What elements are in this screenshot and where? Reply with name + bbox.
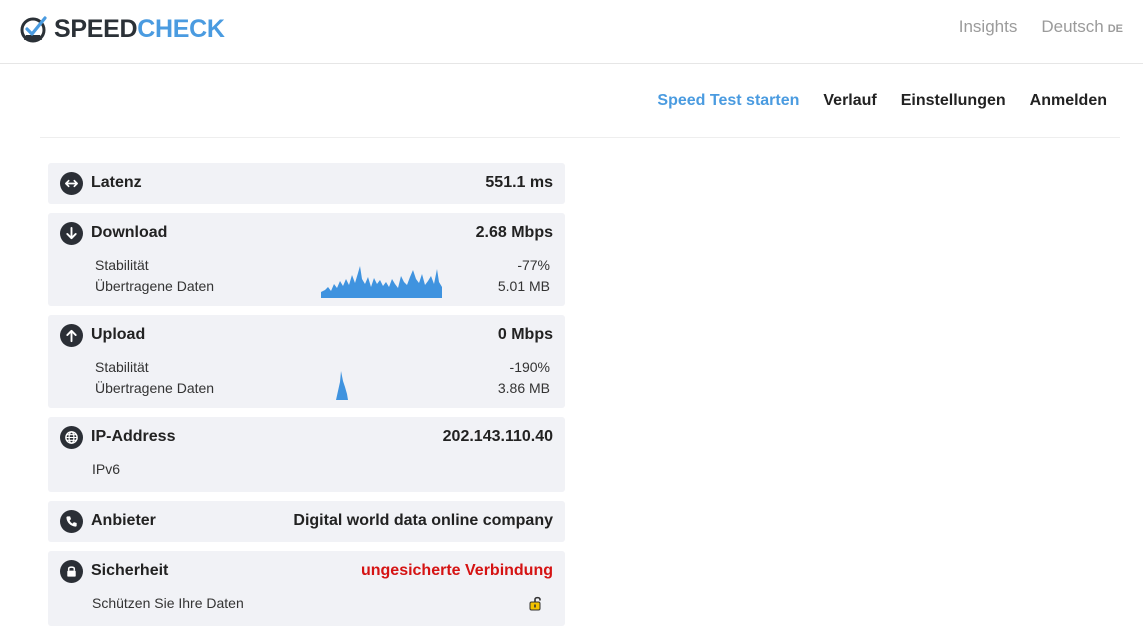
nav-settings[interactable]: Einstellungen — [901, 92, 1006, 110]
latency-card: Latenz 551.1 ms — [48, 163, 565, 204]
ip-value: 202.143.110.40 — [442, 428, 553, 445]
security-card: Sicherheit ungesicherte Verbindung Schüt… — [48, 551, 565, 626]
phone-icon — [60, 509, 83, 533]
upload-value: 0 Mbps — [497, 326, 553, 343]
speedometer-check-icon — [20, 16, 47, 43]
upload-card: Upload 0 Mbps Stabilität Übertragene Dat… — [48, 315, 565, 408]
download-transferred-value: 5.01 MB — [497, 278, 550, 294]
latency-arrows-icon — [60, 171, 83, 195]
download-label: Download — [91, 224, 168, 241]
download-value: 2.68 Mbps — [475, 224, 553, 241]
ip-version: IPv6 — [92, 461, 121, 477]
latency-value: 551.1 ms — [485, 174, 553, 191]
nav-speed-test[interactable]: Speed Test starten — [657, 92, 799, 110]
language-label: Deutsch — [1041, 17, 1104, 36]
speedcheck-logo[interactable]: SPEEDCHECK — [18, 13, 225, 45]
open-lock-icon[interactable] — [528, 595, 544, 611]
download-stability-label: Stabilität — [95, 257, 149, 273]
lock-icon — [60, 559, 83, 583]
download-stability-sparkline — [321, 266, 442, 298]
upload-label: Upload — [91, 326, 146, 343]
provider-value: Digital world data online company — [293, 512, 553, 529]
logo-check: CHECK — [137, 14, 225, 43]
upload-stability-label: Stabilität — [95, 359, 149, 375]
upload-stability-value: -190% — [509, 359, 550, 375]
ip-label: IP-Address — [91, 428, 176, 445]
nav-login[interactable]: Anmelden — [1030, 92, 1107, 110]
main-nav: Speed Test starten Verlauf Einstellungen… — [40, 65, 1120, 138]
logo-speed: SPEED — [54, 14, 138, 43]
upload-transferred-value: 3.86 MB — [497, 380, 550, 396]
nav-history[interactable]: Verlauf — [823, 92, 876, 110]
language-code: DE — [1107, 23, 1123, 35]
logo-text: SPEEDCHECK — [54, 15, 225, 44]
upload-stability-sparkline — [336, 371, 348, 400]
ip-address-card: IP-Address 202.143.110.40 IPv6 — [48, 417, 565, 492]
insights-link[interactable]: Insights — [959, 17, 1018, 37]
upload-arrow-icon — [60, 323, 83, 347]
latency-label: Latenz — [91, 174, 142, 191]
download-card: Download 2.68 Mbps Stabilität Übertragen… — [48, 213, 565, 306]
upload-transferred-label: Übertragene Daten — [95, 380, 215, 396]
security-note[interactable]: Schützen Sie Ihre Daten — [92, 595, 244, 611]
download-stability-value: -77% — [517, 257, 550, 273]
security-status: ungesicherte Verbindung — [360, 562, 553, 579]
provider-label: Anbieter — [91, 512, 156, 529]
globe-icon — [60, 425, 83, 449]
download-arrow-icon — [60, 221, 83, 245]
language-selector[interactable]: Deutsch DE — [1041, 17, 1123, 37]
download-transferred-label: Übertragene Daten — [95, 278, 215, 294]
security-label: Sicherheit — [91, 562, 169, 579]
top-header: SPEEDCHECK Insights Deutsch DE — [0, 0, 1143, 64]
provider-card: Anbieter Digital world data online compa… — [48, 501, 565, 542]
